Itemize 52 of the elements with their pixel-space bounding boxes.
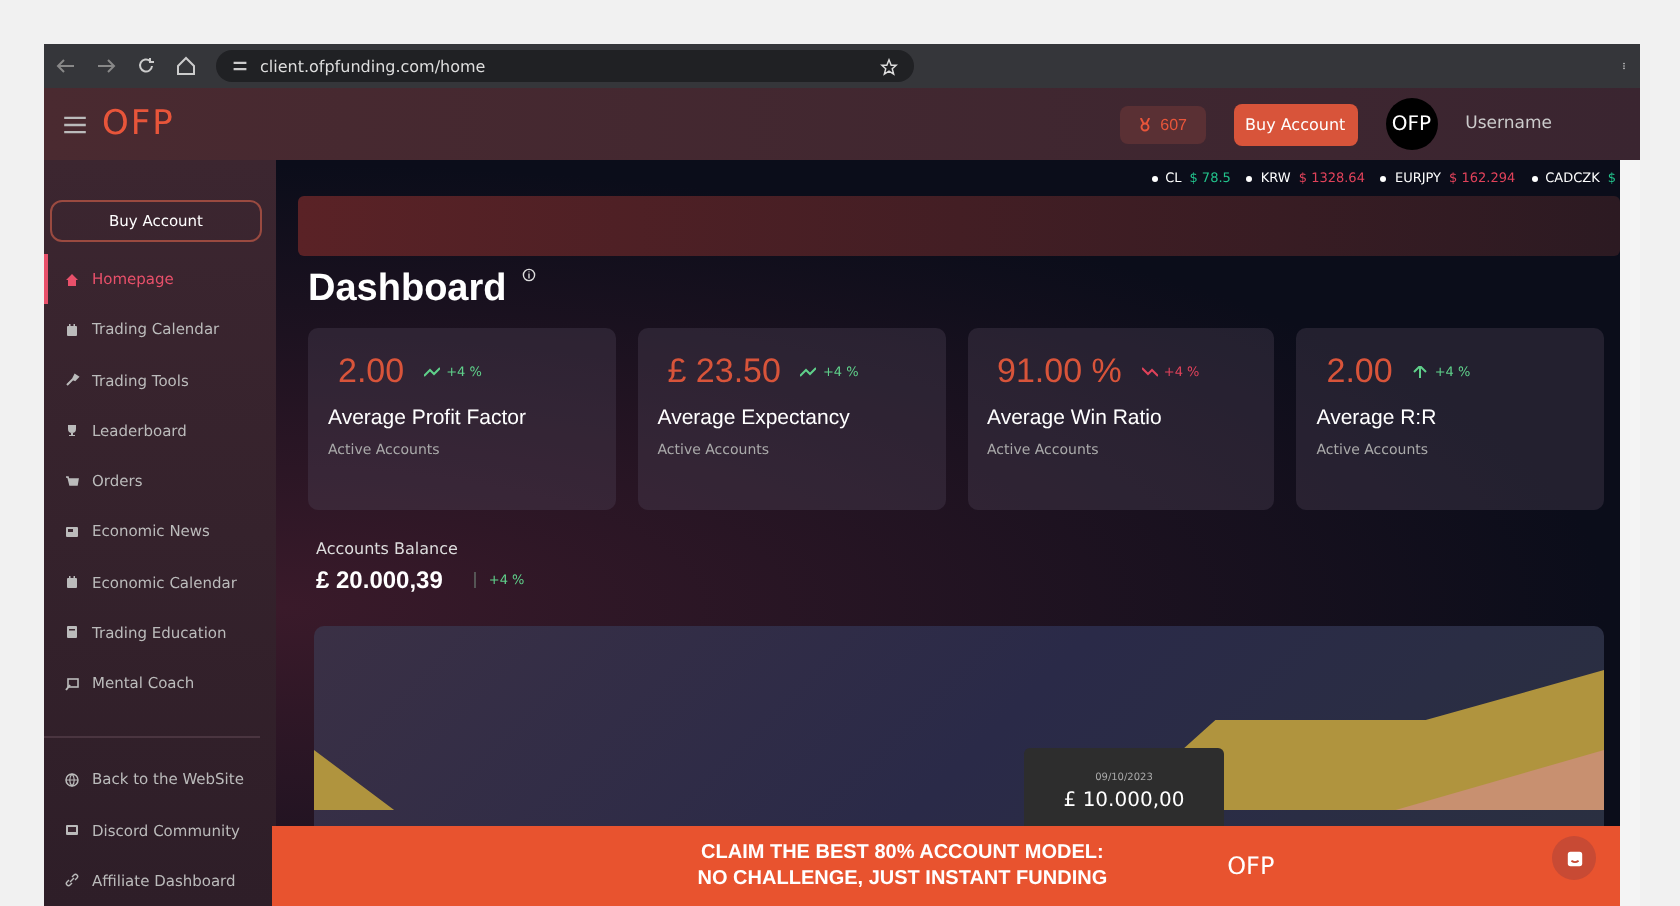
info-icon[interactable] — [522, 268, 537, 282]
stat-value: 2.00 — [1326, 352, 1393, 392]
balance-value: £ 20.000,39 — [316, 566, 443, 594]
bullet-icon — [1246, 176, 1253, 183]
balance-label: Accounts Balance — [316, 540, 460, 558]
back-icon[interactable] — [56, 56, 76, 76]
logo: OFP — [102, 104, 175, 144]
forward-icon[interactable] — [96, 56, 116, 76]
sidebar-item-icon — [64, 523, 80, 540]
page-title: Dashboard — [308, 268, 507, 312]
stat-value: 91.00 % — [997, 352, 1122, 392]
sidebar-link-icon — [64, 771, 80, 788]
avatar[interactable]: OFP — [1385, 98, 1438, 150]
tooltip-value: £ 10.000,00 — [1061, 790, 1187, 812]
trend-up-icon — [424, 366, 441, 378]
trend-up-icon — [800, 366, 817, 378]
site-settings-icon[interactable] — [232, 58, 248, 74]
banner-logo: OFP — [1227, 852, 1275, 880]
chat-icon — [1565, 849, 1583, 867]
chat-button[interactable] — [1552, 836, 1596, 880]
bullet-icon — [1151, 176, 1158, 183]
stat-title: Average Win Ratio — [987, 406, 1164, 430]
reload-icon[interactable] — [136, 56, 156, 76]
menu-icon[interactable] — [64, 115, 86, 133]
sidebar-item-icon — [64, 473, 80, 490]
star-icon[interactable] — [880, 57, 898, 75]
sidebar-item-icon — [64, 422, 80, 439]
stat-title: Average Profit Factor — [328, 406, 529, 430]
trend-down-icon — [1141, 366, 1158, 378]
address-bar[interactable]: client.ofpfunding.com/home — [216, 50, 914, 82]
scrollbar[interactable] — [1620, 160, 1640, 906]
sidebar-link-icon — [64, 822, 80, 839]
sidebar-link-icon — [64, 872, 80, 889]
sidebar-item-icon — [64, 675, 80, 692]
sidebar-item-icon — [64, 624, 80, 641]
banner-text: CLAIM THE BEST 80% ACCOUNT MODEL: NO CHALLENGE, JUST INSTANT FUNDING — [697, 840, 1108, 892]
sidebar-item-icon — [64, 321, 80, 338]
stat-title: Average Expectancy — [657, 406, 852, 430]
sidebar-item-icon — [64, 574, 80, 591]
stat-value: 2.00 — [338, 352, 405, 392]
username[interactable]: Username — [1465, 114, 1552, 134]
arrow-up-icon — [1412, 366, 1429, 378]
buy-account-button[interactable]: Buy Account — [1233, 103, 1358, 145]
sidebar-item-icon — [64, 372, 80, 389]
promo-banner[interactable]: CLAIM THE BEST 80% ACCOUNT MODEL: NO CHALLENGE, JUST INSTANT FUNDING OFP — [272, 826, 1620, 906]
bullet-icon — [1531, 176, 1538, 183]
stat-value: £ 23.50 — [667, 352, 781, 392]
home-icon[interactable] — [176, 56, 196, 76]
bullet-icon — [1380, 176, 1387, 183]
sidebar-item-icon — [64, 271, 80, 288]
stat-title: Average R:R — [1316, 406, 1439, 430]
medal-icon — [1138, 117, 1153, 131]
